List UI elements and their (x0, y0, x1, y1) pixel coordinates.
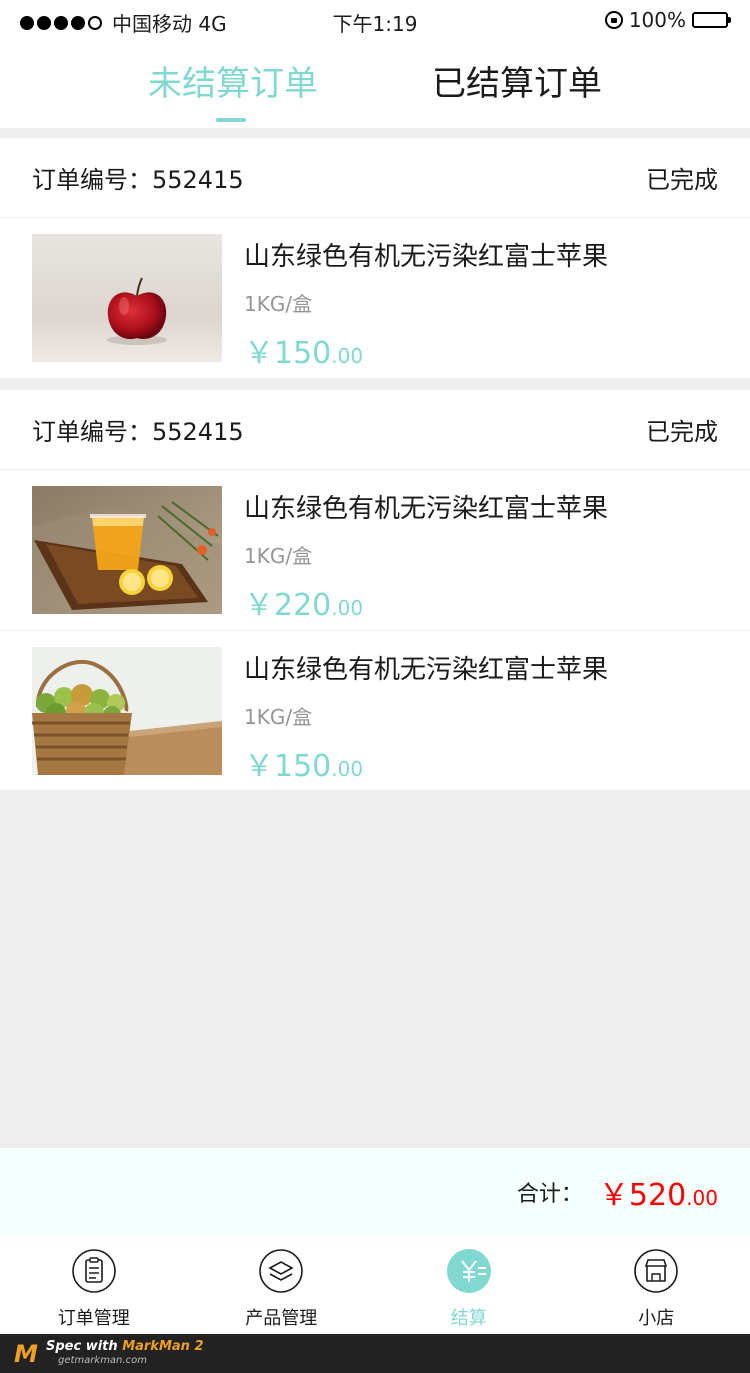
order-header: 订单编号：552415 已完成 (0, 390, 750, 470)
price-decimal: .00 (331, 596, 364, 620)
battery-percent: 100% (628, 8, 686, 32)
order-card[interactable]: 订单编号：552415 已完成 (0, 390, 750, 790)
total-price: ￥520.00 (599, 1170, 718, 1214)
product-image-apple (32, 234, 222, 362)
rotation-lock-icon (604, 11, 623, 29)
yen-icon (446, 1249, 491, 1293)
product-price: ￥150.00 (244, 328, 363, 372)
total-price-decimal: .00 (686, 1186, 718, 1210)
status-bar: 中国移动 4G 下午1:19 100% (0, 0, 750, 40)
tab-shop[interactable]: 小店 (563, 1236, 750, 1334)
tab-label: 结算 (450, 1308, 487, 1329)
total-summary: 合计： ￥520.00 (517, 1148, 718, 1236)
order-item[interactable]: 山东绿色有机无污染红富士苹果 1KG/盒 ￥150.00 (0, 630, 750, 790)
total-bar: 合计： ￥520.00 (0, 1148, 750, 1236)
product-title: 山东绿色有机无污染红富士苹果 (244, 242, 609, 272)
markman-title-prefix: Spec with (46, 1339, 123, 1354)
tab-label: 订单管理 (57, 1308, 130, 1329)
status-right: 100% (604, 8, 731, 32)
product-price: ￥220.00 (244, 580, 363, 624)
shop-icon (634, 1249, 679, 1293)
tab-label: 产品管理 (245, 1308, 318, 1329)
product-title: 山东绿色有机无污染红富士苹果 (244, 494, 609, 524)
order-status: 已完成 (646, 166, 718, 194)
order-item[interactable]: 山东绿色有机无污染红富士苹果 1KG/盒 ￥150.00 (0, 218, 750, 378)
tab-order-management[interactable]: 订单管理 (0, 1236, 188, 1334)
product-spec: 1KG/盒 (244, 544, 313, 568)
markman-watermark: M Spec with MarkMan 2 getmarkman.com (0, 1334, 750, 1373)
battery-icon (692, 12, 731, 28)
product-price: ￥150.00 (244, 741, 363, 785)
price-decimal: .00 (331, 757, 364, 781)
product-image-apple-basket (32, 647, 222, 775)
markman-title-accent: MarkMan 2 (122, 1339, 204, 1354)
layers-icon (259, 1249, 304, 1293)
total-price-integer: ￥520 (598, 1178, 687, 1213)
price-integer: ￥150 (244, 749, 332, 784)
product-spec: 1KG/盒 (244, 292, 313, 316)
tab-product-management[interactable]: 产品管理 (188, 1236, 376, 1334)
clipboard-icon (71, 1249, 116, 1293)
order-tabs: 未结算订单 已结算订单 (0, 40, 750, 128)
price-integer: ￥220 (244, 588, 332, 623)
price-integer: ￥150 (244, 336, 332, 371)
order-number: 订单编号：552415 (32, 166, 244, 194)
bottom-tab-bar: 订单管理 产品管理 结算 小店 (0, 1236, 750, 1334)
tab-settled-orders[interactable]: 已结算订单 (432, 40, 602, 128)
markman-logo-icon: M (14, 1340, 38, 1368)
product-spec: 1KG/盒 (244, 705, 313, 729)
order-number: 订单编号：552415 (32, 418, 244, 446)
tab-unsettled-orders[interactable]: 未结算订单 (148, 40, 318, 128)
active-tab-indicator (216, 118, 246, 122)
tab-label: 小店 (638, 1308, 675, 1329)
total-label: 合计： (516, 1182, 583, 1207)
order-header: 订单编号：552415 已完成 (0, 138, 750, 218)
price-decimal: .00 (331, 344, 364, 368)
order-status: 已完成 (646, 418, 718, 446)
tab-settlement[interactable]: 结算 (375, 1236, 563, 1334)
order-item[interactable]: 山东绿色有机无污染红富士苹果 1KG/盒 ￥220.00 (0, 470, 750, 630)
product-image-orange-juice (32, 486, 222, 614)
markman-title: Spec with MarkMan 2 (46, 1339, 204, 1354)
product-title: 山东绿色有机无污染红富士苹果 (244, 655, 609, 685)
order-card[interactable]: 订单编号：552415 已完成 (0, 138, 750, 378)
markman-url: getmarkman.com (58, 1355, 147, 1366)
